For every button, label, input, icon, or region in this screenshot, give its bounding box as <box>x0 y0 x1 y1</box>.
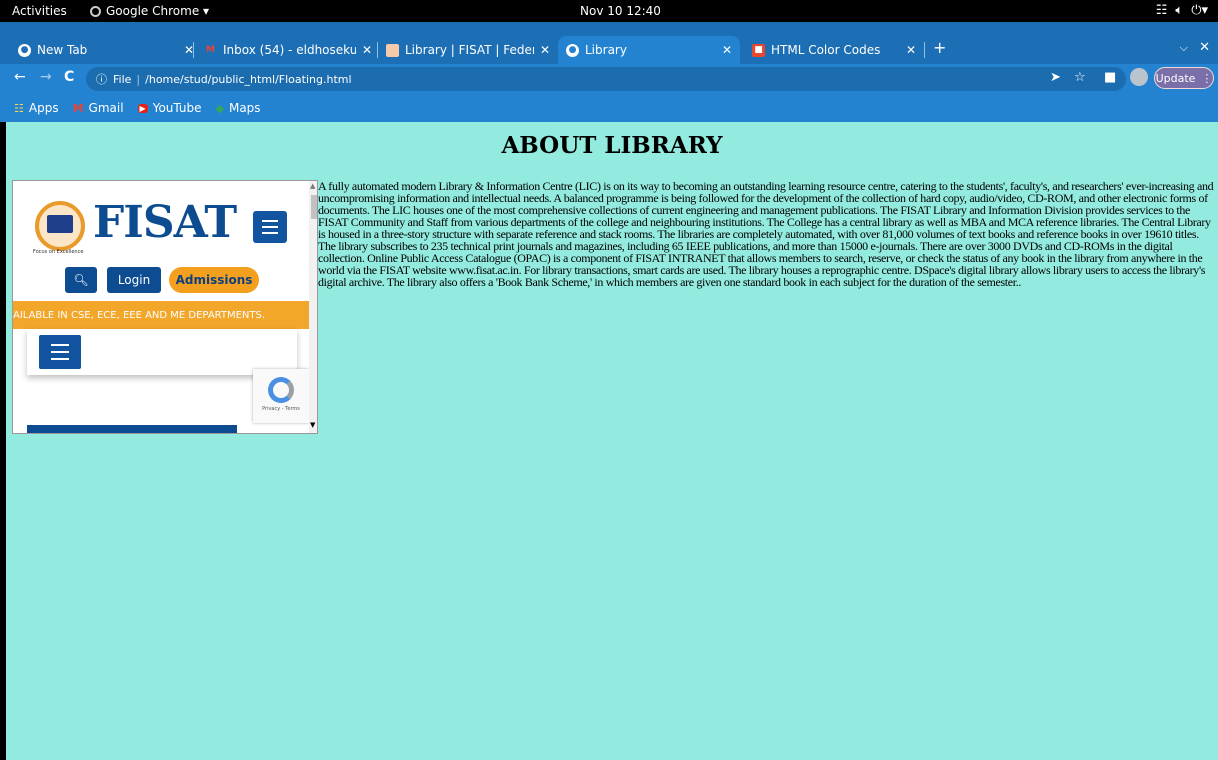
scroll-up-arrow-icon[interactable]: ▲ <box>310 182 315 190</box>
recaptcha-text[interactable]: Privacy - Terms <box>262 406 300 412</box>
tab-separator <box>193 42 194 58</box>
footer-bar <box>27 425 237 433</box>
app-menu-label: Google Chrome ▾ <box>106 4 210 18</box>
scrollbar-thumb[interactable] <box>311 195 317 219</box>
seal-book-icon <box>47 215 73 233</box>
bookmark-apps[interactable]: ☷ Apps <box>14 101 59 115</box>
bookmark-label: Maps <box>228 101 261 115</box>
tab-separator <box>924 42 925 58</box>
tab-title: Inbox (54) - eldhosekurian <box>223 43 356 57</box>
window-close-icon[interactable]: ✕ <box>1199 40 1210 55</box>
tab-html-color-codes[interactable]: ■ HTML Color Codes ✕ <box>744 36 924 64</box>
update-label: Update <box>1155 71 1196 85</box>
tab-search-chevron-icon[interactable]: ⌵ <box>1180 41 1188 55</box>
omnibox-separator: | <box>136 72 141 86</box>
scroll-down-arrow-icon[interactable]: ▼ <box>310 421 315 429</box>
menu-dots-icon: ⋮ <box>1201 71 1213 85</box>
page-title: ABOUT LIBRARY <box>501 132 723 159</box>
fisat-seal-logo <box>35 201 85 251</box>
about-library-paragraph: A fully automated modern Library & Infor… <box>318 179 1214 289</box>
fisat-tagline: Focus on Excellence <box>33 249 84 255</box>
clock[interactable]: Nov 10 12:40 <box>580 4 661 18</box>
apps-grid-icon: ☷ <box>14 101 24 115</box>
hamburger-menu-button[interactable] <box>253 211 287 243</box>
tab-gmail[interactable]: M Inbox (54) - eldhosekurian ✕ <box>196 36 380 64</box>
side-panel-icon[interactable]: ■ <box>1104 70 1116 85</box>
forward-arrow-icon[interactable]: → <box>40 69 52 85</box>
search-button[interactable]: 🔍︎ <box>65 267 97 293</box>
bookmark-label: Gmail <box>88 101 124 115</box>
tab-title: Library | FISAT | Federal I <box>405 43 534 57</box>
embedded-fisat-iframe[interactable]: Focus on Excellence FISAT 🔍︎ Login Admis… <box>12 180 318 434</box>
tab-new-tab[interactable]: ● New Tab ✕ <box>10 36 202 64</box>
bookmark-label: YouTube <box>152 101 202 115</box>
profile-avatar[interactable] <box>1130 68 1148 86</box>
close-icon[interactable]: ✕ <box>906 43 916 57</box>
info-icon[interactable]: ⓘ <box>96 71 107 87</box>
fisat-logo-text[interactable]: FISAT <box>93 197 237 248</box>
gmail-icon: M <box>206 45 215 55</box>
bookmark-gmail[interactable]: M Gmail <box>73 101 124 115</box>
maps-icon: ◆ <box>215 101 224 115</box>
network-icon: ☷ <box>1155 3 1168 18</box>
new-tab-button[interactable]: + <box>933 38 946 57</box>
page-viewport: ABOUT LIBRARY Focus on Excellence FISAT … <box>6 122 1218 760</box>
volume-icon: 🔈︎ <box>1175 3 1184 18</box>
recaptcha-badge[interactable]: Privacy - Terms <box>253 369 309 423</box>
gmail-icon: M <box>72 101 84 115</box>
tab-library[interactable]: ● Library ✕ <box>558 36 740 64</box>
tab-title: Library <box>585 43 627 57</box>
back-arrow-icon[interactable]: ← <box>14 69 26 85</box>
bookmarks-bar: ☷ Apps M Gmail ▶ YouTube ◆ Maps <box>0 94 1218 122</box>
bookmark-label: Apps <box>28 101 59 115</box>
app-menu[interactable]: Google Chrome ▾ <box>90 4 209 18</box>
close-icon[interactable]: ✕ <box>722 43 732 57</box>
bookmark-star-icon[interactable]: ☆ <box>1074 70 1086 85</box>
announcement-marquee[interactable]: AILABLE IN CSE, ECE, EEE AND ME DEPARTME… <box>13 301 317 329</box>
send-icon[interactable]: ➤ <box>1050 70 1061 85</box>
file-scheme-label: File <box>113 72 132 86</box>
admissions-button[interactable]: Admissions <box>169 267 259 293</box>
search-icon: 🔍︎ <box>73 273 89 287</box>
youtube-icon: ▶ <box>137 103 148 113</box>
secondary-menu-button[interactable] <box>39 335 81 369</box>
chrome-icon: ● <box>18 43 31 57</box>
recaptcha-icon <box>268 377 294 403</box>
close-icon[interactable]: ✕ <box>362 43 372 57</box>
system-top-bar: Activities Google Chrome ▾ Nov 10 12:40 … <box>0 0 1218 22</box>
reload-icon[interactable]: C <box>64 69 74 85</box>
fisat-favicon <box>386 43 399 57</box>
activities-button[interactable]: Activities <box>12 4 67 18</box>
update-button[interactable]: Update ⋮ <box>1154 67 1214 89</box>
iframe-scrollbar[interactable]: ▲ ▼ <box>309 181 317 433</box>
login-button[interactable]: Login <box>107 267 161 293</box>
htmlcolor-favicon: ■ <box>752 43 765 57</box>
address-bar[interactable]: ⓘ File | /home/stud/public_html/Floating… <box>86 67 1126 91</box>
chrome-icon <box>90 5 101 17</box>
power-icon: ⏻︎▾ <box>1191 3 1208 18</box>
chrome-icon: ● <box>566 43 579 57</box>
bookmark-youtube[interactable]: ▶ YouTube <box>137 101 202 115</box>
system-tray[interactable]: ☷ 🔈︎ ⏻︎▾ <box>1156 3 1208 18</box>
tab-title: New Tab <box>37 43 88 57</box>
tab-title: HTML Color Codes <box>771 43 881 57</box>
tab-fisat-library[interactable]: Library | FISAT | Federal I ✕ <box>378 36 558 64</box>
close-icon[interactable]: ✕ <box>540 43 550 57</box>
url-text: /home/stud/public_html/Floating.html <box>145 72 352 86</box>
bookmark-maps[interactable]: ◆ Maps <box>216 101 261 115</box>
